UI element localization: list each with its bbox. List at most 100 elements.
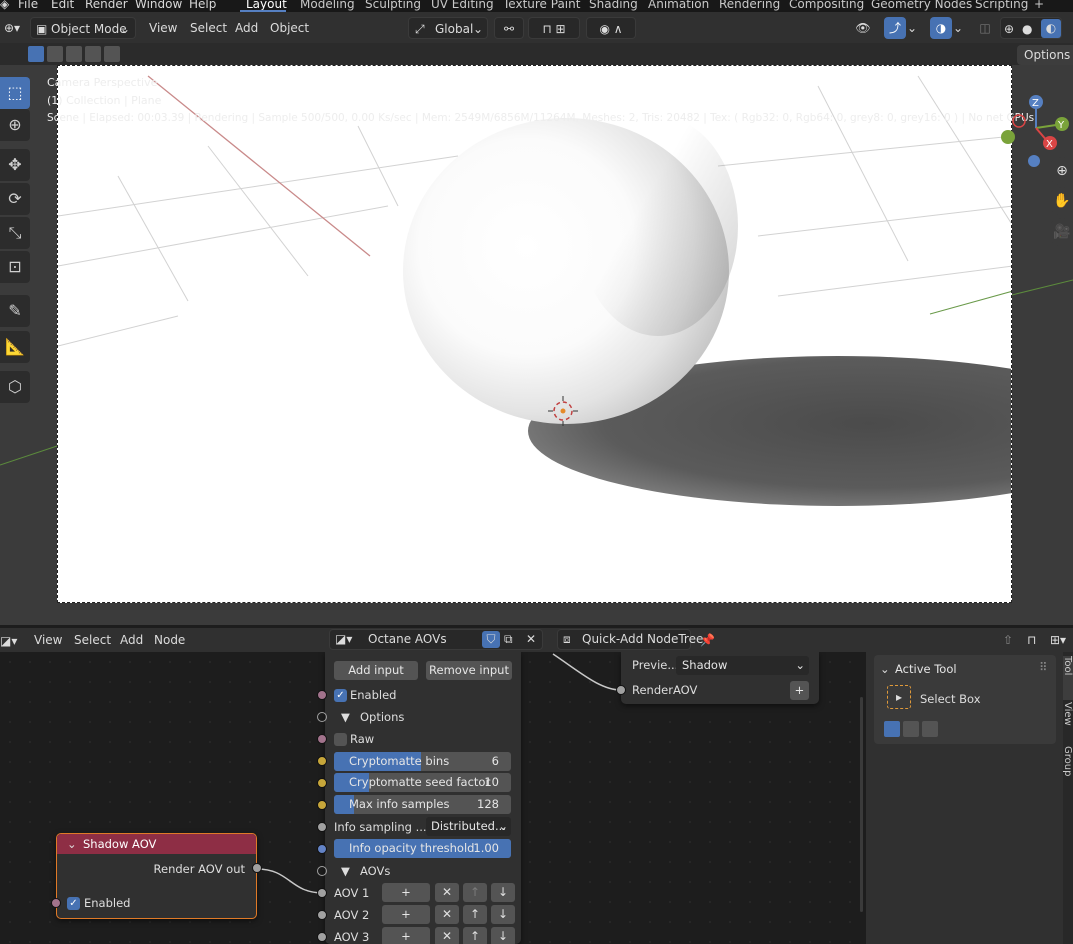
tab-sculpting[interactable]: Sculpting xyxy=(365,0,421,11)
menu-render[interactable]: Render xyxy=(85,0,128,11)
shadow-aov-node[interactable]: ⌄ Shadow AOV Render AOV out ✓ Enabled xyxy=(56,833,257,919)
menu-view[interactable]: View xyxy=(34,629,62,651)
snap-icon[interactable]: ⊓ ⊞ xyxy=(528,17,580,39)
snap-target-icon[interactable]: ⊞▾ xyxy=(1050,629,1073,651)
menu-add[interactable]: Add xyxy=(120,629,143,651)
options-panel-label[interactable]: Options xyxy=(360,710,404,724)
aov-add-button[interactable]: + xyxy=(382,883,430,902)
mode-dropdown[interactable]: ▣ Object Mode ⌄ xyxy=(30,17,136,39)
enabled-input-socket[interactable] xyxy=(317,690,327,700)
add-input-button[interactable]: Add input xyxy=(334,661,418,680)
camera-view-icon[interactable]: 🎥 xyxy=(1048,218,1073,246)
visibility-icon[interactable]: 👁 xyxy=(848,17,878,39)
gizmo-neg-x[interactable] xyxy=(1012,114,1026,128)
raw-checkbox[interactable] xyxy=(334,733,347,746)
add-cube-tool-icon[interactable]: ⬡ xyxy=(0,371,30,403)
overlay-toggle-icon[interactable]: ◑ xyxy=(930,17,952,39)
enabled-input-socket[interactable] xyxy=(51,898,61,908)
menu-select[interactable]: Select xyxy=(74,629,111,651)
orientation-dropdown[interactable]: ⤢ Global ⌄ xyxy=(408,17,488,39)
collapse-arrow-icon[interactable]: ⌄ xyxy=(67,837,77,851)
info-sampling-socket[interactable] xyxy=(317,822,327,832)
select-box-tool-icon[interactable]: ⬚ xyxy=(0,77,30,109)
drag-handle-icon[interactable]: ⠿ xyxy=(1039,660,1047,674)
select-extend-icon[interactable] xyxy=(47,46,63,62)
parent-tree-icon[interactable]: ⇧ xyxy=(1003,629,1021,651)
options-dropdown[interactable]: Options xyxy=(1017,45,1073,65)
menu-file[interactable]: File xyxy=(18,0,38,11)
add-workspace-button[interactable]: + xyxy=(1034,0,1044,11)
aov-add-button[interactable]: + xyxy=(382,905,430,924)
select-extend-icon[interactable] xyxy=(903,721,919,737)
max-info-samples-field[interactable]: Max info samples 128 xyxy=(334,795,511,814)
menu-add[interactable]: Add xyxy=(235,17,258,39)
remove-input-button[interactable]: Remove input xyxy=(426,661,512,680)
menu-select[interactable]: Select xyxy=(190,17,227,39)
rendered-shading-icon[interactable]: ◐ xyxy=(1041,19,1061,38)
tab-animation[interactable]: Animation xyxy=(648,0,709,11)
pivot-point-icon[interactable]: ⚯ xyxy=(494,17,524,39)
tab-uv-editing[interactable]: UV Editing xyxy=(431,0,494,11)
cryptomatte-bins-field[interactable]: Cryptomatte bins 6 xyxy=(334,752,511,771)
enabled-checkbox[interactable]: ✓ xyxy=(334,689,347,702)
cursor-tool-icon[interactable]: ⊕ xyxy=(0,109,30,141)
preview-node[interactable]: Previe... Shadow ⌄ RenderAOV + xyxy=(621,652,819,704)
quick-add-nodetree-button[interactable]: ⧈ Quick-Add NodeTree xyxy=(557,629,703,650)
octane-aovs-node[interactable]: Add input Remove input ✓ Enabled ▼ Optio… xyxy=(325,652,521,944)
cryptomatte-seed-socket[interactable] xyxy=(317,778,327,788)
aov-remove-icon[interactable]: ✕ xyxy=(435,883,459,902)
pan-hand-icon[interactable]: ✋ xyxy=(1048,187,1073,215)
tab-rendering[interactable]: Rendering xyxy=(719,0,780,11)
tab-scripting[interactable]: Scripting xyxy=(975,0,1028,11)
chevron-down-icon[interactable]: ⌄ xyxy=(953,17,967,39)
pin-icon[interactable]: 📌 xyxy=(700,629,718,651)
menu-node[interactable]: Node xyxy=(154,629,185,651)
vertical-scrollbar[interactable] xyxy=(860,697,863,912)
tab-shading[interactable]: Shading xyxy=(589,0,638,11)
cryptomatte-seed-factor-field[interactable]: Cryptomatte seed factor 10 xyxy=(334,773,511,792)
tab-view[interactable]: View xyxy=(1063,702,1073,742)
preview-dropdown[interactable]: Shadow ⌄ xyxy=(676,656,809,675)
editor-type-icon[interactable]: ⊕▾ xyxy=(0,17,24,39)
menu-view[interactable]: View xyxy=(149,17,177,39)
aov-add-button[interactable]: + xyxy=(382,927,430,944)
rotate-tool-icon[interactable]: ⟳ xyxy=(0,183,30,215)
enabled-checkbox[interactable]: ✓ xyxy=(67,897,80,910)
options-socket[interactable] xyxy=(317,712,327,722)
tab-compositing[interactable]: Compositing xyxy=(789,0,864,11)
select-new-icon[interactable] xyxy=(28,46,44,62)
3d-viewport[interactable]: Camera Perspective (1) Collection | Plan… xyxy=(0,65,1073,625)
snap-icon[interactable]: ⊓ xyxy=(1027,629,1045,651)
aovs-expand-arrow-icon[interactable]: ▼ xyxy=(341,864,350,878)
tab-texture-paint[interactable]: Texture Paint xyxy=(503,0,580,11)
aov-remove-icon[interactable]: ✕ xyxy=(435,927,459,944)
aov-3-socket[interactable] xyxy=(317,932,327,942)
aov-1-socket[interactable] xyxy=(317,888,327,898)
render-aov-out-socket[interactable] xyxy=(252,863,262,873)
tab-group[interactable]: Group xyxy=(1063,746,1073,790)
menu-edit[interactable]: Edit xyxy=(51,0,74,11)
tab-geometry-nodes[interactable]: Geometry Nodes xyxy=(871,0,972,11)
max-info-samples-socket[interactable] xyxy=(317,800,327,810)
3d-cursor-icon[interactable] xyxy=(548,396,578,426)
menu-object[interactable]: Object xyxy=(270,17,309,39)
node-tree-selector[interactable]: ◪▾ Octane AOVs ⛉ ⧉ ✕ xyxy=(329,629,543,650)
aovs-socket[interactable] xyxy=(317,866,327,876)
blender-logo-icon[interactable]: ◈ xyxy=(0,0,9,11)
transform-tool-icon[interactable]: ⊡ xyxy=(0,251,30,283)
active-tool-title[interactable]: Active Tool xyxy=(895,662,957,676)
editor-type-icon[interactable]: ◪▾ xyxy=(0,630,20,652)
select-box-icon[interactable]: ▸ xyxy=(887,685,911,709)
aov-2-socket[interactable] xyxy=(317,910,327,920)
gizmo-neg-z[interactable] xyxy=(1028,155,1040,167)
chevron-down-icon[interactable]: ⌄ xyxy=(907,17,921,39)
xray-icon[interactable]: ◫ xyxy=(976,17,994,39)
measure-tool-icon[interactable]: 📐 xyxy=(0,331,30,363)
select-invert-icon[interactable] xyxy=(85,46,101,62)
select-subtract-icon[interactable] xyxy=(66,46,82,62)
select-subtract-icon[interactable] xyxy=(922,721,938,737)
duplicate-icon[interactable]: ⧉ xyxy=(504,630,513,649)
move-down-icon[interactable]: ↓ xyxy=(491,883,515,902)
aovs-panel-label[interactable]: AOVs xyxy=(360,864,390,878)
render-aov-input-socket[interactable] xyxy=(616,685,626,695)
